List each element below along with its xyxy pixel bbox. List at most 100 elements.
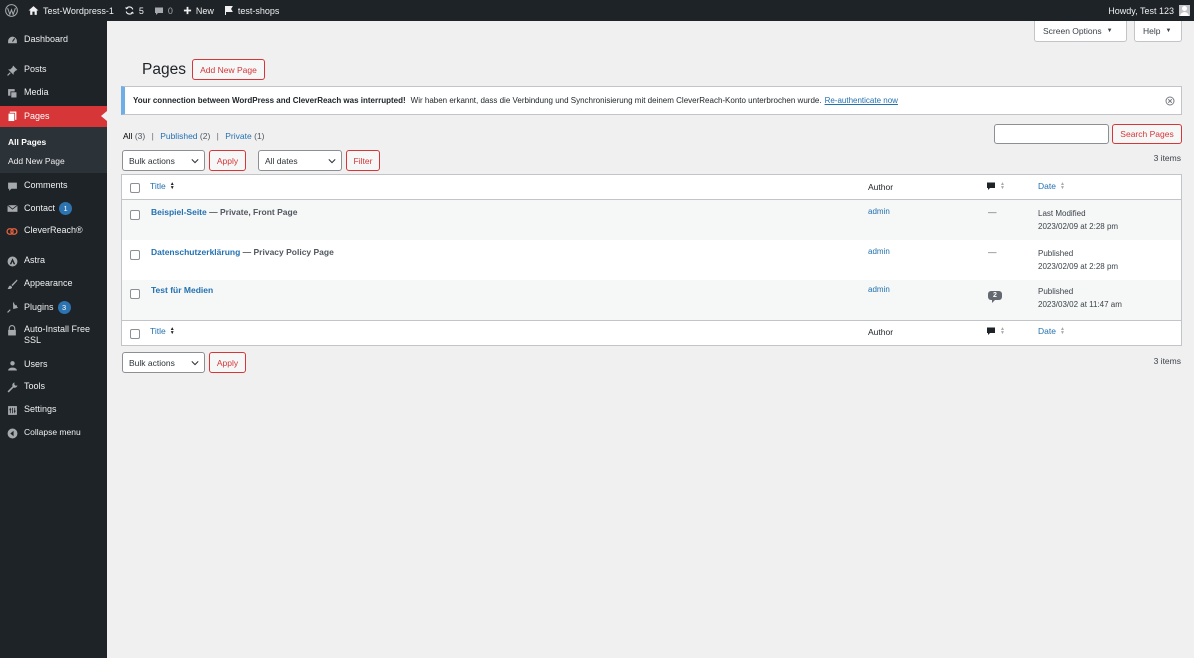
comments-link[interactable]: 0 [149, 0, 178, 21]
select-all-checkbox[interactable] [130, 183, 140, 193]
main-content: Screen Options ▼ Help ▼ Pages Add New Pa… [107, 21, 1194, 658]
help-label: Help [1143, 26, 1161, 36]
date-column-header[interactable]: Date ▲ ▼ [1038, 181, 1065, 191]
wordpress-logo-icon[interactable] [0, 0, 23, 21]
admin-sidebar: Dashboard Posts Media Pages All Pages Ad… [0, 21, 107, 658]
apply-button[interactable]: Apply [209, 150, 246, 171]
collapse-menu-button[interactable]: Collapse menu [0, 427, 107, 439]
bulk-actions-select-bottom[interactable]: Bulk actions [122, 352, 205, 373]
mail-icon [0, 202, 24, 214]
sidebar-item-astra[interactable]: Astra [0, 255, 107, 267]
sidebar-item-tools[interactable]: Tools [0, 381, 107, 393]
sort-indicator-icon: ▲ ▼ [169, 326, 175, 336]
submenu-item-add-new-page[interactable]: Add New Page [8, 156, 65, 166]
comments-column-header[interactable]: ▲ ▼ [986, 326, 1005, 336]
table-row: Beispiel-Seite — Private, Front Page adm… [122, 200, 1181, 240]
sidebar-item-pages[interactable]: Pages [0, 106, 107, 127]
page-state: — Privacy Policy Page [240, 247, 334, 257]
add-new-page-button[interactable]: Add New Page [192, 59, 265, 80]
notice-heading: Your connection between WordPress and Cl… [133, 96, 406, 105]
view-all-link[interactable]: All [123, 131, 132, 141]
search-pages-button[interactable]: Search Pages [1112, 124, 1182, 144]
page-title-link[interactable]: Beispiel-Seite [151, 207, 207, 217]
sidebar-item-label: Tools [24, 381, 46, 391]
sidebar-item-auto-install-ssl[interactable]: Auto-Install Free SSL [0, 324, 107, 346]
sidebar-item-users[interactable]: Users [0, 359, 107, 371]
view-published-link[interactable]: Published [160, 131, 197, 141]
title-column-header[interactable]: Title ▲ ▼ [150, 181, 175, 191]
shop-link[interactable]: test-shops [219, 0, 285, 21]
sidebar-item-contact[interactable]: Contact 1 [0, 202, 107, 215]
date-column-label: Date [1038, 181, 1056, 191]
bulk-actions-select[interactable]: Bulk actions [122, 150, 205, 171]
bulk-actions-value: Bulk actions [129, 155, 175, 166]
view-private-link[interactable]: Private [225, 131, 251, 141]
filter-button[interactable]: Filter [346, 150, 380, 171]
new-label: New [195, 5, 214, 16]
contact-badge: 1 [59, 202, 73, 215]
updates-link[interactable]: 5 [119, 0, 149, 21]
author-column-header: Author [868, 182, 894, 192]
sidebar-item-label: Users [24, 359, 48, 369]
sidebar-item-cleverreach[interactable]: CleverReach® [0, 225, 107, 237]
settings-icon [0, 404, 24, 416]
updates-count: 5 [138, 5, 144, 16]
sidebar-item-plugins[interactable]: Plugins 3 [0, 301, 107, 314]
plugins-badge: 3 [57, 301, 71, 314]
user-icon [0, 359, 24, 371]
sort-indicator-icon: ▲ ▼ [1059, 326, 1065, 336]
comments-column-header[interactable]: ▲ ▼ [986, 181, 1005, 191]
pages-table: Title ▲ ▼ Author ▲ ▼ Date ▲ ▼ Beispiel-Seit… [121, 174, 1182, 346]
caret-down-icon: ▼ [1106, 28, 1113, 34]
date-filter-select[interactable]: All dates [258, 150, 342, 171]
sidebar-item-label: CleverReach® [24, 225, 83, 235]
home-icon [28, 6, 39, 15]
cleverreach-icon [0, 225, 24, 237]
table-header: Title ▲ ▼ Author ▲ ▼ Date ▲ ▼ [122, 175, 1181, 200]
row-checkbox[interactable] [130, 210, 140, 220]
cleverreach-notice: Your connection between WordPress and Cl… [121, 86, 1182, 115]
new-content-link[interactable]: New [178, 0, 219, 21]
page-title-link[interactable]: Test für Medien [151, 285, 213, 295]
comment-count-bubble[interactable]: 2 [988, 291, 1002, 303]
search-input[interactable] [994, 124, 1109, 144]
sidebar-item-label: Settings [24, 404, 57, 414]
separator: | [151, 131, 154, 141]
comments-count: 0 [167, 5, 173, 16]
my-account-link[interactable]: Howdy, Test 123 [1103, 0, 1194, 21]
sidebar-item-dashboard[interactable]: Dashboard [0, 34, 107, 46]
author-link[interactable]: admin [868, 207, 890, 216]
row-checkbox[interactable] [130, 250, 140, 260]
help-button[interactable]: Help ▼ [1134, 21, 1182, 42]
date-status: Published [1038, 287, 1074, 296]
submenu-item-all-pages[interactable]: All Pages [8, 137, 46, 147]
site-name-link[interactable]: Test-Wordpress-1 [23, 0, 119, 21]
title-column-label: Title [150, 181, 166, 191]
sidebar-item-label: Collapse menu [24, 427, 81, 437]
select-all-checkbox[interactable] [130, 329, 140, 339]
apply-button-bottom[interactable]: Apply [209, 352, 246, 373]
author-link[interactable]: admin [868, 285, 890, 294]
wrench-icon [0, 381, 24, 393]
date-column-header[interactable]: Date ▲ ▼ [1038, 326, 1065, 336]
page-state: — Private, Front Page [206, 207, 298, 217]
sidebar-item-posts[interactable]: Posts [0, 64, 107, 76]
sidebar-item-settings[interactable]: Settings [0, 404, 107, 416]
sidebar-item-comments[interactable]: Comments [0, 180, 107, 192]
sidebar-item-appearance[interactable]: Appearance [0, 278, 107, 290]
comment-icon [987, 327, 995, 335]
view-published-count: (2) [199, 131, 211, 141]
page-title-link[interactable]: Datenschutzerklärung [151, 247, 240, 257]
row-checkbox[interactable] [130, 289, 140, 299]
updates-icon [124, 6, 134, 15]
author-link[interactable]: admin [868, 247, 890, 256]
sidebar-item-media[interactable]: Media [0, 87, 107, 99]
dismiss-icon[interactable] [1165, 96, 1175, 106]
status-filter-links: All (3) | Published (2) | Private (1) [123, 131, 265, 141]
reauthenticate-link[interactable]: Re-authenticate now [825, 96, 898, 105]
date-column-label: Date [1038, 326, 1056, 336]
date-status: Published [1038, 249, 1074, 258]
title-column-header[interactable]: Title ▲ ▼ [150, 326, 175, 336]
no-comments: — [988, 207, 997, 217]
screen-options-button[interactable]: Screen Options ▼ [1034, 21, 1127, 42]
